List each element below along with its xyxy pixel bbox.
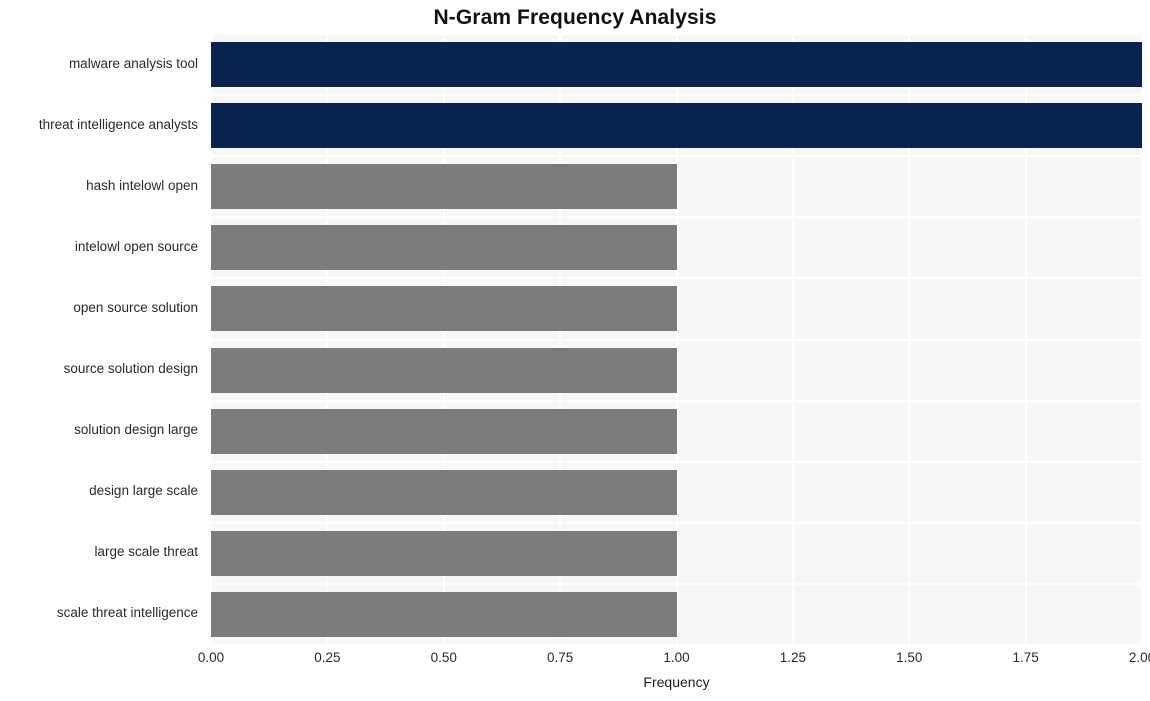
gridline-horizontal	[211, 644, 1142, 645]
bar	[211, 530, 677, 576]
gridline-horizontal	[211, 521, 1142, 524]
gridline-horizontal	[211, 582, 1142, 585]
y-axis-tick-label: malware analysis tool	[68, 55, 198, 71]
y-axis-tick-label: hash intelowl open	[86, 177, 198, 193]
x-axis-tick-label: 1.00	[663, 650, 690, 665]
x-axis-tick-label: 1.25	[779, 650, 807, 665]
bar	[211, 286, 677, 332]
y-axis-tick-label: scale threat intelligence	[56, 605, 198, 621]
x-axis-tick-label: 0.25	[314, 650, 341, 665]
plot-area	[211, 34, 1142, 645]
gridline-horizontal	[211, 338, 1142, 341]
y-axis-tick-label: threat intelligence analysts	[38, 116, 198, 132]
x-axis-tick-label: 1.75	[1012, 650, 1039, 665]
x-axis-tick-labels: 0.00 0.25 0.50 0.75 1.00 1.25 1.50 1.75 2.00	[198, 650, 1150, 672]
y-axis-tick-label: large scale threat	[94, 544, 198, 560]
gridline-horizontal	[211, 34, 1142, 35]
bar	[211, 164, 677, 210]
x-axis-tick-label: 2.00	[1128, 650, 1150, 665]
x-axis-tick-label: 1.50	[896, 650, 923, 665]
page-title: N-Gram Frequency Analysis	[433, 6, 717, 29]
bar	[211, 103, 1142, 149]
bar	[211, 225, 677, 271]
bar	[211, 347, 677, 393]
x-axis-tick-label: 0.50	[430, 650, 457, 665]
gridline-horizontal	[211, 94, 1142, 97]
gridline-horizontal	[211, 277, 1142, 280]
x-axis-title: Frequency	[643, 674, 710, 690]
gridline-horizontal	[211, 216, 1142, 219]
gridline-horizontal	[211, 399, 1142, 402]
bar	[211, 591, 677, 637]
y-axis-tick-label: design large scale	[89, 483, 198, 499]
bar	[211, 469, 677, 515]
gridline-horizontal	[211, 460, 1142, 463]
bar	[211, 408, 677, 454]
chart-figure: N-Gram Frequency Analysis malware analys…	[0, 0, 1150, 701]
bar	[211, 42, 1142, 88]
x-axis-tick-label: 0.75	[546, 650, 574, 665]
y-axis-tick-label: intelowl open source	[74, 238, 198, 254]
y-axis-tick-label: open source solution	[73, 299, 198, 315]
gridline-horizontal	[211, 155, 1142, 158]
y-axis-tick-labels: malware analysis tool threat intelligence…	[0, 34, 205, 645]
y-axis-tick-label: solution design large	[74, 422, 198, 438]
x-axis-tick-label: 0.00	[197, 650, 225, 665]
y-axis-tick-label: source solution design	[63, 361, 198, 377]
